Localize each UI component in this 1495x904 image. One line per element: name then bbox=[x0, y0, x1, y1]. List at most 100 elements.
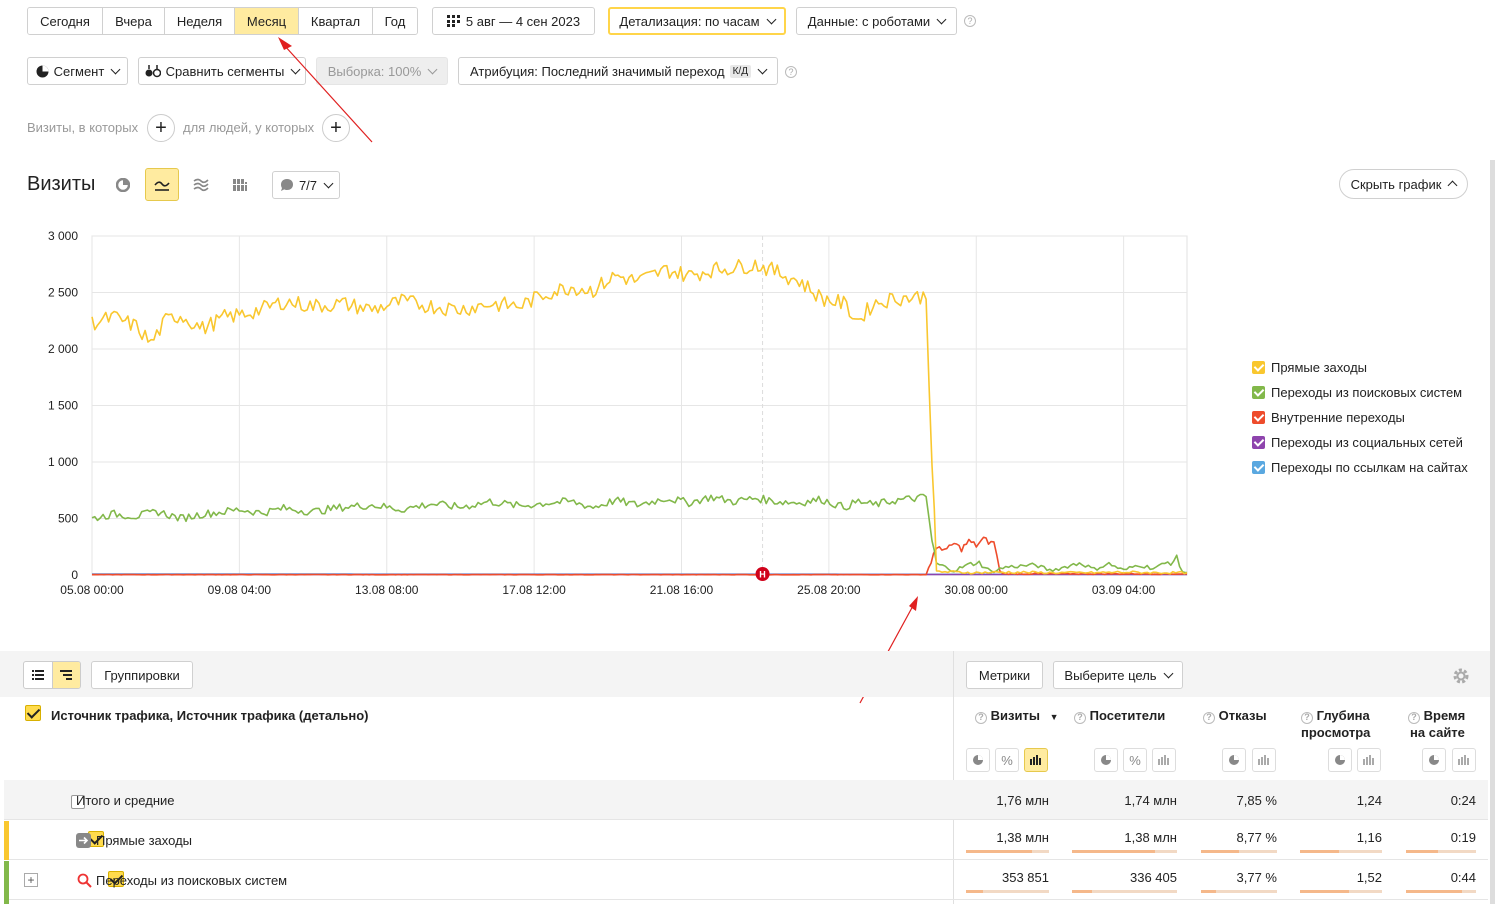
pie-icon bbox=[973, 755, 983, 765]
column-pie-button[interactable] bbox=[1094, 748, 1118, 772]
row-visitors: 1,38 млн bbox=[1124, 830, 1177, 845]
sample-label: Выборка: 100% bbox=[327, 63, 422, 79]
pie-chart-icon bbox=[116, 178, 130, 192]
add-visits-filter-button[interactable]: + bbox=[147, 114, 175, 142]
sort-desc-icon: ▼ bbox=[1049, 712, 1059, 722]
bars-icon bbox=[1458, 755, 1469, 765]
table-toolbar bbox=[0, 651, 1495, 697]
row-visitors: 336 405 bbox=[1130, 870, 1177, 885]
column-time-label-2: на сайте bbox=[1410, 725, 1465, 740]
metrics-label: Метрики bbox=[978, 667, 1031, 683]
period-tab-today[interactable]: Сегодня bbox=[28, 8, 103, 34]
groupings-button[interactable]: Группировки bbox=[91, 661, 193, 689]
legend-item[interactable]: Внутренние переходы bbox=[1252, 410, 1405, 425]
y-tick-label: 1 000 bbox=[48, 455, 78, 469]
column-pie-button[interactable] bbox=[1222, 748, 1246, 772]
row-time: 0:19 bbox=[1450, 830, 1476, 845]
goal-dropdown[interactable]: Выберите цель bbox=[1053, 661, 1183, 689]
period-tab-quarter[interactable]: Квартал bbox=[299, 8, 373, 34]
chevron-down-icon bbox=[766, 14, 777, 24]
share-bar-time bbox=[1406, 850, 1476, 853]
expand-row-button[interactable]: + bbox=[24, 873, 38, 887]
column-depth-label-1: Глубина bbox=[1316, 708, 1370, 723]
row-depth: 1,52 bbox=[1356, 870, 1382, 885]
column-header-visitors[interactable]: ? Посетители bbox=[1074, 707, 1165, 724]
legend-item[interactable]: Переходы из социальных сетей bbox=[1252, 435, 1463, 450]
totals-depth: 1,24 bbox=[1356, 793, 1382, 808]
legend-label: Внутренние переходы bbox=[1271, 410, 1405, 425]
tree-view-button[interactable] bbox=[52, 662, 80, 688]
legend-item[interactable]: Переходы по ссылкам на сайтах bbox=[1252, 460, 1468, 475]
column-pie-button[interactable] bbox=[1328, 748, 1352, 772]
share-bar-depth bbox=[1300, 850, 1382, 853]
period-tab-month[interactable]: Месяц bbox=[235, 8, 299, 34]
x-tick-label: 05.08 00:00 bbox=[60, 583, 124, 597]
checkbox-icon bbox=[1252, 386, 1265, 399]
chart-title: Визиты bbox=[27, 173, 96, 195]
help-icon[interactable]: ? bbox=[1301, 711, 1313, 724]
scrollbar[interactable] bbox=[1490, 160, 1495, 904]
column-percent-button[interactable]: % bbox=[995, 748, 1019, 772]
chevron-down-icon bbox=[290, 64, 301, 74]
add-people-filter-button[interactable]: + bbox=[322, 114, 350, 142]
help-icon[interactable]: ? bbox=[1074, 711, 1086, 724]
column-pie-button[interactable] bbox=[966, 748, 990, 772]
list-view-button[interactable] bbox=[24, 662, 53, 688]
help-icon[interactable]: ? bbox=[1408, 711, 1420, 724]
bar-chart-icon bbox=[233, 179, 247, 191]
goal-label: Выберите цель bbox=[1064, 667, 1157, 683]
legend-item[interactable]: Переходы из поисковых систем bbox=[1252, 385, 1462, 400]
chart-type-area-button[interactable] bbox=[186, 170, 216, 200]
y-tick-label: 0 bbox=[71, 568, 78, 582]
column-bars-button[interactable] bbox=[1152, 748, 1176, 772]
hide-chart-button[interactable]: Скрыть график bbox=[1339, 169, 1468, 199]
settings-gear-icon[interactable] bbox=[1452, 667, 1470, 685]
calendar-icon bbox=[446, 15, 460, 27]
attribution-dropdown[interactable]: Атрибуция: Последний значимый переход К/… bbox=[458, 57, 778, 85]
column-header-visits[interactable]: ? Визиты ▼ bbox=[975, 707, 1058, 726]
help-icon[interactable]: ? bbox=[1203, 711, 1215, 724]
period-tab-year[interactable]: Год bbox=[373, 8, 417, 34]
share-bar-bounces bbox=[1201, 890, 1277, 893]
column-percent-button[interactable]: % bbox=[1123, 748, 1147, 772]
column-header-time[interactable]: ? Время на сайте bbox=[1408, 707, 1465, 741]
chart-type-pie-button[interactable] bbox=[108, 170, 138, 200]
chevron-down-icon bbox=[427, 64, 438, 74]
checkbox-icon bbox=[1252, 436, 1265, 449]
chevron-down-icon bbox=[110, 64, 121, 74]
segment-dropdown[interactable]: Сегмент bbox=[27, 57, 128, 85]
pie-icon bbox=[1229, 755, 1239, 765]
y-tick-label: 3 000 bbox=[48, 229, 78, 243]
row-depth: 1,16 bbox=[1356, 830, 1382, 845]
y-tick-label: 1 500 bbox=[48, 399, 78, 413]
column-bars-button[interactable] bbox=[1024, 748, 1048, 772]
column-bars-button[interactable] bbox=[1357, 748, 1381, 772]
data-mode-dropdown[interactable]: Данные: с роботами bbox=[796, 7, 957, 35]
period-tab-week[interactable]: Неделя bbox=[165, 8, 235, 34]
help-icon[interactable]: ? bbox=[975, 711, 987, 724]
legend-item[interactable]: Прямые заходы bbox=[1252, 360, 1367, 375]
date-range-button[interactable]: 5 авг — 4 сен 2023 bbox=[432, 7, 595, 35]
chart-type-bar-button[interactable] bbox=[225, 170, 255, 200]
dimension-checkbox[interactable] bbox=[25, 705, 41, 721]
help-icon[interactable]: ? bbox=[785, 66, 797, 78]
column-pie-button[interactable] bbox=[1422, 748, 1446, 772]
column-header-depth[interactable]: ? Глубина просмотра bbox=[1301, 707, 1370, 741]
metrics-button[interactable]: Метрики bbox=[966, 661, 1043, 689]
column-bars-button[interactable] bbox=[1252, 748, 1276, 772]
compare-segments-dropdown[interactable]: Сравнить сегменты bbox=[138, 57, 306, 85]
help-icon[interactable]: ? bbox=[964, 15, 976, 27]
annotation-arrowhead-1 bbox=[278, 37, 292, 50]
y-tick-label: 2 500 bbox=[48, 286, 78, 300]
x-tick-label: 13.08 08:00 bbox=[355, 583, 419, 597]
column-header-bounces[interactable]: ? Отказы bbox=[1203, 707, 1267, 724]
period-tab-yesterday[interactable]: Вчера bbox=[103, 8, 165, 34]
area-chart-icon bbox=[193, 178, 209, 192]
column-bounces-label: Отказы bbox=[1218, 708, 1267, 723]
series-counter-button[interactable]: 7/7 bbox=[272, 171, 340, 199]
chart-type-line-button[interactable] bbox=[145, 168, 179, 201]
detail-dropdown[interactable]: Детализация: по часам bbox=[608, 7, 786, 35]
legend-label: Переходы из поисковых систем bbox=[1271, 385, 1463, 400]
column-bars-button[interactable] bbox=[1452, 748, 1476, 772]
comment-icon bbox=[280, 179, 293, 191]
